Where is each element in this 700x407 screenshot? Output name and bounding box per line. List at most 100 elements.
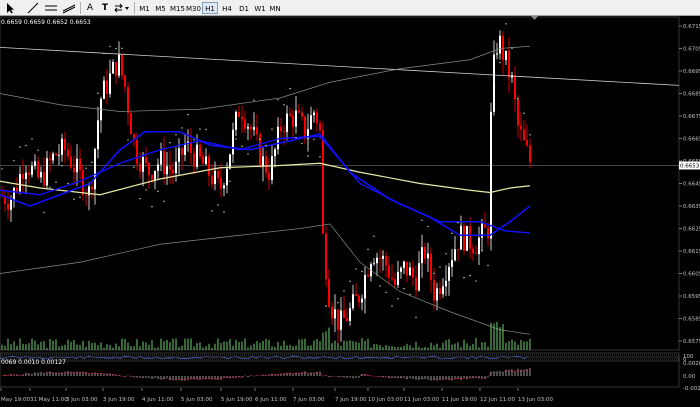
main-pane-border: [0, 16, 680, 351]
candle-body: [70, 156, 72, 168]
candle-body: [22, 173, 24, 179]
horizontal-line-icon: [45, 5, 57, 11]
price-tick-label: 0.6625: [683, 227, 700, 233]
sar-dot: [337, 302, 339, 304]
candle-body: [487, 227, 489, 239]
macd-tick-label: -0.0026: [683, 386, 700, 392]
timeframe-m5-button[interactable]: M5: [153, 2, 168, 14]
time-axis[interactable]: May 19:00 31 May 11:003 Jun 03:00 3 Jun 19…: [0, 388, 553, 403]
candle-body: [163, 150, 165, 175]
trendline-tool-button[interactable]: [26, 2, 40, 14]
sar-dot: [133, 166, 135, 168]
sar-dot: [343, 290, 345, 292]
timeframe-m1-button[interactable]: M1: [137, 2, 152, 14]
sar-dot: [199, 128, 201, 130]
price-chart[interactable]: 0.6715 0.6705 0.6695 0.6685 0.6675 0.6665 0.66…: [0, 16, 700, 403]
timeframe-h4-button[interactable]: H4: [219, 2, 235, 14]
main-price-pane: [0, 16, 680, 351]
candle-body: [181, 148, 183, 155]
sar-dot: [307, 155, 309, 157]
candle-body: [67, 149, 69, 157]
candle-body: [523, 129, 525, 141]
candle-body: [445, 280, 447, 287]
text-label-tool-button[interactable]: T: [98, 2, 112, 14]
candle-body: [331, 306, 333, 319]
candle-body: [205, 156, 207, 165]
fast-moving-average: [0, 130, 531, 237]
sar-dot: [121, 47, 123, 50]
candle-body: [25, 172, 27, 179]
sar-dot: [379, 285, 381, 287]
candle-body: [460, 225, 462, 250]
timeframe-w1-button[interactable]: W1: [253, 2, 267, 14]
sar-dot: [187, 113, 189, 116]
sar-dot: [427, 225, 429, 228]
candle-body: [55, 153, 57, 156]
sar-dot: [439, 266, 441, 268]
channel-tool-button[interactable]: [62, 2, 76, 14]
price-tick-label: 0.6665: [683, 137, 700, 143]
candle-body: [388, 265, 390, 278]
sar-dot: [481, 249, 483, 252]
sar-dot: [91, 161, 93, 163]
price-tick-label: 0.6705: [683, 47, 700, 53]
candle-body: [193, 153, 195, 167]
cursor-tool-button[interactable]: [2, 2, 18, 14]
price-tick-label: 0.6595: [683, 294, 700, 300]
candle-body: [157, 164, 159, 171]
shapes-tool-button[interactable]: [113, 2, 131, 14]
timeframe-m30-button[interactable]: M30: [185, 2, 201, 14]
candle-body: [115, 62, 117, 76]
sar-dot: [97, 92, 99, 95]
chart-area[interactable]: 0.6715 0.6705 0.6695 0.6685 0.6675 0.6665 0.66…: [0, 16, 700, 403]
sar-dot: [19, 146, 21, 148]
price-tick-label: 0.6695: [683, 69, 700, 75]
timeframe-h1-button[interactable]: H1: [202, 2, 218, 14]
sar-dot: [289, 87, 291, 90]
sar-dot: [271, 128, 273, 130]
candle-body: [76, 158, 78, 173]
price-axis[interactable]: 0.6715 0.6705 0.6695 0.6685 0.6675 0.6665 0.66…: [679, 24, 700, 392]
time-tick-label: 11 Jun 03:00: [404, 397, 439, 403]
candle-body: [478, 237, 480, 255]
shapes-arrow-icon: [114, 3, 129, 13]
macd-tick-label: 0.0026: [683, 361, 700, 367]
sar-dot: [265, 144, 267, 147]
candle-body: [223, 185, 225, 189]
sar-dot: [61, 165, 63, 167]
toolbar-separator: [80, 2, 81, 14]
candle-body: [502, 35, 504, 61]
hline-tool-button[interactable]: [44, 2, 58, 14]
sar-dot: [313, 138, 315, 141]
candle-body: [373, 263, 375, 265]
price-tick-label: 0.6645: [683, 182, 700, 188]
candle-body: [310, 115, 312, 130]
sar-dot: [403, 287, 405, 290]
sar-dot: [463, 276, 465, 279]
price-tick-label: 0.6635: [683, 204, 700, 210]
timeframe-mn-button[interactable]: MN: [268, 2, 282, 14]
candle-body: [316, 112, 318, 124]
candle-body: [91, 186, 93, 190]
candle-body: [364, 275, 366, 299]
fast-moving-average-2: [0, 135, 531, 234]
timeframe-d1-button[interactable]: D1: [236, 2, 252, 14]
timeframe-m15-button[interactable]: M15: [169, 2, 185, 14]
candle-body: [73, 167, 75, 173]
sar-dot: [145, 189, 147, 191]
candle-body: [121, 54, 123, 76]
sar-dot: [391, 305, 393, 307]
candle-body: [271, 156, 273, 181]
candle-body: [109, 73, 111, 94]
candle-body: [469, 225, 471, 249]
price-tick-label: 0.6605: [683, 272, 700, 278]
sar-dot: [355, 268, 357, 270]
candle-body: [286, 113, 288, 132]
sar-dot: [229, 180, 231, 183]
candle-body: [85, 194, 87, 196]
text-tool-button[interactable]: A: [83, 2, 97, 14]
oscillator-line: [0, 355, 529, 360]
candle-body: [175, 161, 177, 174]
sar-dot: [517, 97, 519, 100]
sar-dot: [283, 104, 285, 106]
